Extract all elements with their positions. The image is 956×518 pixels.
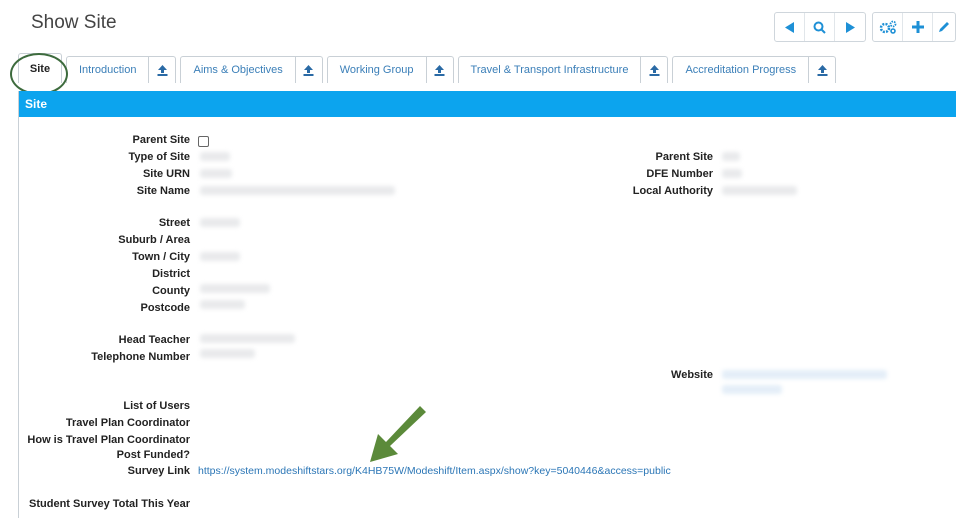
postcode-label: Postcode — [140, 302, 190, 314]
settings-button[interactable] — [873, 13, 903, 41]
website-label: Website — [671, 369, 713, 381]
tab-bar: Site Introduction Aims & Objectives Work… — [18, 53, 840, 83]
tab-working-group[interactable]: Working Group — [326, 56, 454, 83]
parent-site-label: Parent Site — [655, 151, 713, 163]
town-label: Town / City — [132, 251, 190, 263]
search-button[interactable] — [805, 13, 835, 41]
add-button[interactable] — [903, 13, 933, 41]
tab-travel-transport[interactable]: Travel & Transport Infrastructure — [457, 56, 669, 83]
edit-button[interactable] — [933, 13, 955, 41]
county-label: County — [152, 285, 190, 297]
redacted-value — [200, 169, 232, 178]
parent-site-checkbox[interactable] — [198, 136, 209, 147]
tab-introduction[interactable]: Introduction — [66, 56, 177, 83]
previous-button[interactable] — [775, 13, 805, 41]
pencil-icon — [939, 22, 949, 32]
tab-aims-objectives[interactable]: Aims & Objectives — [180, 56, 323, 83]
annotation-arrow — [370, 406, 426, 462]
next-button[interactable] — [835, 13, 865, 41]
redacted-value — [722, 169, 742, 178]
redacted-value — [722, 186, 797, 195]
student-survey-label: Student Survey Total This Year — [29, 498, 190, 510]
actions-group — [872, 12, 956, 42]
tpc-funding-label-1: How is Travel Plan Coordinator — [27, 434, 190, 446]
redacted-value — [200, 284, 270, 293]
tpc-label: Travel Plan Coordinator — [65, 417, 190, 429]
site-urn-label: Site URN — [142, 168, 190, 180]
tab-accreditation-progress[interactable]: Accreditation Progress — [672, 56, 837, 83]
upload-icon[interactable] — [294, 57, 322, 83]
tab-label: Aims & Objectives — [193, 64, 283, 76]
tab-label: Site — [29, 62, 51, 75]
redacted-value — [200, 334, 295, 343]
dfe-number-label: DFE Number — [646, 168, 713, 180]
tpc-funding-label-2: Post Funded? — [116, 449, 190, 461]
upload-icon[interactable] — [148, 57, 175, 83]
previous-icon — [784, 21, 794, 33]
district-label: District — [152, 268, 190, 280]
search-icon — [813, 21, 826, 34]
type-of-site-label: Type of Site — [128, 151, 190, 163]
page-title: Show Site — [31, 12, 117, 33]
tab-site[interactable]: Site — [18, 53, 62, 83]
tab-label: Accreditation Progress — [685, 64, 797, 76]
tab-label: Working Group — [339, 64, 414, 76]
redacted-link[interactable] — [722, 385, 782, 394]
list-of-users-label: List of Users — [123, 400, 190, 412]
plus-icon — [911, 21, 924, 33]
upload-icon[interactable] — [640, 57, 667, 83]
street-label: Street — [158, 217, 190, 229]
redacted-value — [200, 349, 255, 358]
redacted-value — [200, 300, 245, 309]
panel-header: Site — [19, 91, 956, 117]
navigation-group — [774, 12, 866, 42]
tab-label: Introduction — [79, 64, 137, 76]
redacted-link[interactable] — [722, 370, 887, 379]
site-name-label: Site Name — [136, 185, 190, 197]
redacted-value — [200, 218, 240, 227]
suburb-label: Suburb / Area — [118, 234, 190, 246]
toolbar — [768, 12, 956, 42]
redacted-value — [200, 252, 240, 261]
redacted-value — [200, 186, 395, 195]
next-icon — [846, 21, 855, 33]
tab-label: Travel & Transport Infrastructure — [470, 64, 629, 76]
survey-link[interactable]: https://system.modeshiftstars.org/K4HB75… — [198, 465, 671, 477]
telephone-label: Telephone Number — [91, 351, 190, 363]
local-authority-label: Local Authority — [632, 185, 713, 197]
head-teacher-label: Head Teacher — [118, 334, 190, 346]
survey-link-label: Survey Link — [127, 465, 190, 477]
upload-icon[interactable] — [425, 57, 453, 83]
redacted-value — [200, 152, 230, 161]
parent-site-check-label: Parent Site — [132, 134, 190, 146]
redacted-value — [722, 152, 740, 161]
gears-icon — [879, 20, 896, 34]
upload-icon[interactable] — [808, 57, 835, 83]
